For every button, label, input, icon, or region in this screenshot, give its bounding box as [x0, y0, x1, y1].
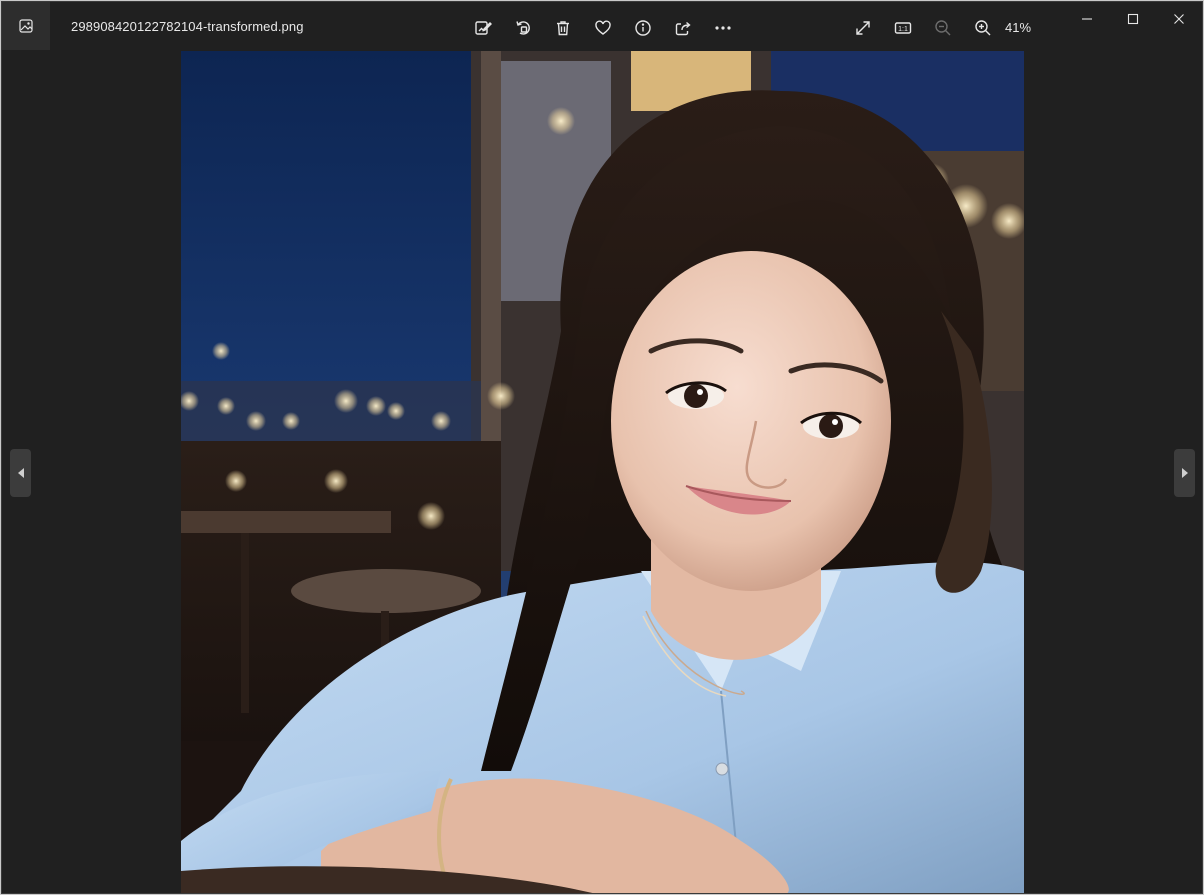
- delete-button[interactable]: [548, 14, 578, 42]
- next-image-arrow[interactable]: [1174, 449, 1195, 497]
- actual-size-icon: 1:1: [894, 22, 912, 34]
- photo-viewer-window: 298908420122782104-transformed.png 1:1 4…: [1, 1, 1203, 894]
- info-button[interactable]: [628, 14, 658, 42]
- favorite-button[interactable]: [588, 14, 618, 42]
- chevron-left-icon: [17, 468, 24, 478]
- zoom-out-button[interactable]: [928, 14, 958, 42]
- minimize-button[interactable]: [1064, 2, 1110, 36]
- close-button[interactable]: [1156, 2, 1202, 36]
- file-name: 298908420122782104-transformed.png: [71, 19, 304, 34]
- minimize-icon: [1082, 18, 1092, 20]
- rotate-button[interactable]: [508, 14, 538, 42]
- info-icon: [635, 20, 651, 36]
- title-bar: 298908420122782104-transformed.png 1:1 4…: [2, 2, 1202, 51]
- share-button[interactable]: [668, 14, 698, 42]
- delete-icon: [557, 21, 569, 36]
- fullscreen-icon: [856, 21, 870, 35]
- previous-image-arrow[interactable]: [10, 449, 31, 497]
- svg-text:1:1: 1:1: [898, 26, 908, 33]
- app-icon: [2, 2, 50, 50]
- image-canvas[interactable]: [2, 51, 1202, 893]
- chevron-right-icon: [1181, 468, 1188, 478]
- photo-illustration: [181, 51, 1024, 893]
- more-options-icon: [715, 26, 731, 30]
- maximize-icon: [1127, 13, 1139, 25]
- rotate-icon: [516, 21, 530, 35]
- close-icon: [1174, 14, 1184, 24]
- edit-image-button[interactable]: [468, 14, 498, 42]
- zoom-in-button[interactable]: [968, 14, 998, 42]
- fullscreen-button[interactable]: [848, 14, 878, 42]
- maximize-button[interactable]: [1110, 2, 1156, 36]
- zoom-in-icon: [975, 20, 991, 36]
- favorite-heart-icon: [595, 20, 611, 35]
- portrait-photo: [181, 51, 1024, 893]
- edit-image-icon: [475, 21, 492, 35]
- zoom-out-icon: [935, 20, 951, 36]
- zoom-level-label[interactable]: 41%: [1005, 20, 1031, 35]
- photos-app-icon: [19, 19, 33, 33]
- share-icon: [675, 21, 691, 36]
- more-options-button[interactable]: [708, 14, 738, 42]
- actual-size-button[interactable]: 1:1: [888, 14, 918, 42]
